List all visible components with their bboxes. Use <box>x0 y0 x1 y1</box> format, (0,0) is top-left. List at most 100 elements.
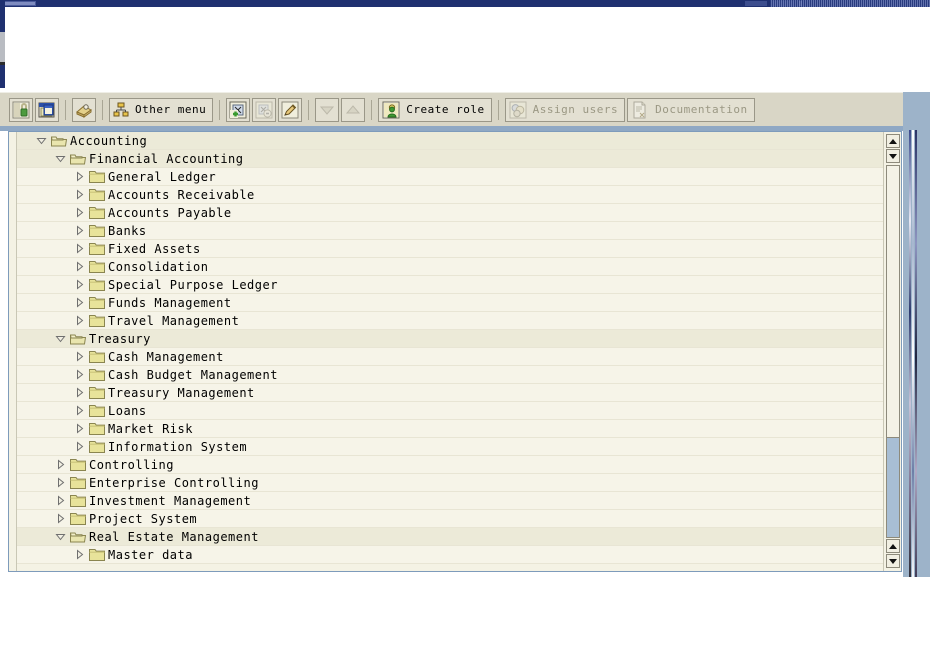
tree-vertical-scrollbar[interactable] <box>883 132 901 571</box>
tree-left-rail <box>16 132 17 571</box>
tree-row[interactable]: Banks <box>16 222 883 240</box>
expand-triangle-icon[interactable] <box>74 315 85 326</box>
folder-closed-icon <box>89 440 105 453</box>
folder-closed-icon <box>89 170 105 183</box>
expand-triangle-icon[interactable] <box>74 441 85 452</box>
tree-row[interactable]: Investment Management <box>16 492 883 510</box>
collapse-triangle-icon[interactable] <box>55 153 66 164</box>
expand-triangle-icon[interactable] <box>74 279 85 290</box>
folder-closed-icon <box>70 512 86 525</box>
arrow-up-icon <box>344 103 362 117</box>
folder-closed-icon <box>89 404 105 417</box>
expand-triangle-icon[interactable] <box>74 297 85 308</box>
rename-node-button[interactable] <box>278 97 303 122</box>
tree-row-label: Travel Management <box>108 314 240 328</box>
tree-row-label: Fixed Assets <box>108 242 201 256</box>
create-role-button[interactable]: Create role <box>378 97 492 122</box>
tree-row[interactable]: Special Purpose Ledger <box>16 276 883 294</box>
scroll-up-button-bottom[interactable] <box>886 539 900 553</box>
move-down-button[interactable] <box>315 97 340 122</box>
expand-triangle-icon[interactable] <box>74 423 85 434</box>
expand-triangle-icon[interactable] <box>74 243 85 254</box>
folder-closed-icon <box>89 260 105 273</box>
tree-row[interactable]: Enterprise Controlling <box>16 474 883 492</box>
tree-row[interactable]: Cash Budget Management <box>16 366 883 384</box>
expand-triangle-icon[interactable] <box>55 459 66 470</box>
tree-row[interactable]: Accounts Receivable <box>16 186 883 204</box>
scroll-down-button-top[interactable] <box>886 149 900 163</box>
expand-triangle-icon[interactable] <box>74 207 85 218</box>
expand-triangle-icon[interactable] <box>55 477 66 488</box>
tree-row[interactable]: Market Risk <box>16 420 883 438</box>
tree-row[interactable]: Treasury <box>16 330 883 348</box>
application-toolbar: Other menu Create role Assign users Documen… <box>0 92 930 126</box>
left-edge-strip <box>0 0 5 88</box>
artifact-streak-c <box>915 130 917 585</box>
collapse-triangle-icon[interactable] <box>36 135 47 146</box>
expand-triangle-icon[interactable] <box>55 495 66 506</box>
tree-row[interactable]: General Ledger <box>16 168 883 186</box>
other-menu-label: Other menu <box>135 103 207 116</box>
folder-closed-icon <box>89 224 105 237</box>
window-menu-box[interactable] <box>2 1 36 6</box>
tree-row[interactable]: Fixed Assets <box>16 240 883 258</box>
tree-row[interactable]: Information System <box>16 438 883 456</box>
expand-triangle-icon[interactable] <box>74 387 85 398</box>
tree-row[interactable]: Real Estate Management <box>16 528 883 546</box>
scroll-up-button-top[interactable] <box>886 134 900 148</box>
tree-row[interactable]: Travel Management <box>16 312 883 330</box>
folder-closed-icon <box>89 206 105 219</box>
tree-row-label: Controlling <box>89 458 174 472</box>
folder-closed-icon <box>70 476 86 489</box>
folder-closed-icon <box>89 422 105 435</box>
expand-triangle-icon[interactable] <box>74 189 85 200</box>
tree-row[interactable]: Loans <box>16 402 883 420</box>
back-button[interactable] <box>9 97 33 122</box>
delete-node-button[interactable] <box>252 97 277 122</box>
documentation-button[interactable]: Documentation <box>627 97 755 122</box>
assign-users-button[interactable]: Assign users <box>504 97 626 122</box>
scrollbar-thumb[interactable] <box>886 165 900 438</box>
scroll-down-button-bottom[interactable] <box>886 554 900 568</box>
expand-triangle-icon[interactable] <box>74 171 85 182</box>
create-node-button[interactable] <box>226 97 251 122</box>
tree-row[interactable]: Consolidation <box>16 258 883 276</box>
tree-row-label: Accounts Receivable <box>108 188 255 202</box>
tree-row[interactable]: Controlling <box>16 456 883 474</box>
assign-users-label: Assign users <box>532 103 619 116</box>
expand-triangle-icon[interactable] <box>74 261 85 272</box>
tree-row[interactable]: Treasury Management <box>16 384 883 402</box>
collapse-triangle-icon[interactable] <box>55 333 66 344</box>
folder-closed-icon <box>89 278 105 291</box>
tree-row[interactable]: Funds Management <box>16 294 883 312</box>
expand-triangle-icon[interactable] <box>74 549 85 560</box>
tree-row[interactable]: Master data <box>16 546 883 564</box>
collapse-triangle-icon[interactable] <box>55 531 66 542</box>
tree-row[interactable]: Accounting <box>16 132 883 150</box>
tree-row-label: Treasury Management <box>108 386 255 400</box>
copy-button[interactable] <box>35 97 59 122</box>
expand-triangle-icon[interactable] <box>74 405 85 416</box>
tree-row[interactable]: Financial Accounting <box>16 150 883 168</box>
expand-triangle-icon[interactable] <box>74 225 85 236</box>
toolbar-separator <box>497 99 499 120</box>
expand-triangle-icon[interactable] <box>74 351 85 362</box>
tree-row-label: Cash Budget Management <box>108 368 278 382</box>
move-up-button[interactable] <box>341 97 366 122</box>
folder-closed-icon <box>89 296 105 309</box>
page-blank-area <box>5 7 930 90</box>
expand-triangle-icon[interactable] <box>55 513 66 524</box>
tree-row[interactable]: Accounts Payable <box>16 204 883 222</box>
tree-row[interactable]: Project System <box>16 510 883 528</box>
toolbar-separator <box>65 99 66 120</box>
tree-row[interactable]: Cash Management <box>16 348 883 366</box>
tree-row-label: General Ledger <box>108 170 217 184</box>
expand-triangle-icon[interactable] <box>74 369 85 380</box>
tree-rows-container: Accounting Financial Accounting General Le… <box>9 132 883 571</box>
tree-row-label: Real Estate Management <box>89 530 259 544</box>
transport-button[interactable] <box>72 97 96 122</box>
folder-closed-icon <box>89 368 105 381</box>
tree-row-label: Funds Management <box>108 296 232 310</box>
other-menu-button[interactable]: Other menu <box>109 97 214 122</box>
window-minimize-button[interactable] <box>745 1 767 6</box>
